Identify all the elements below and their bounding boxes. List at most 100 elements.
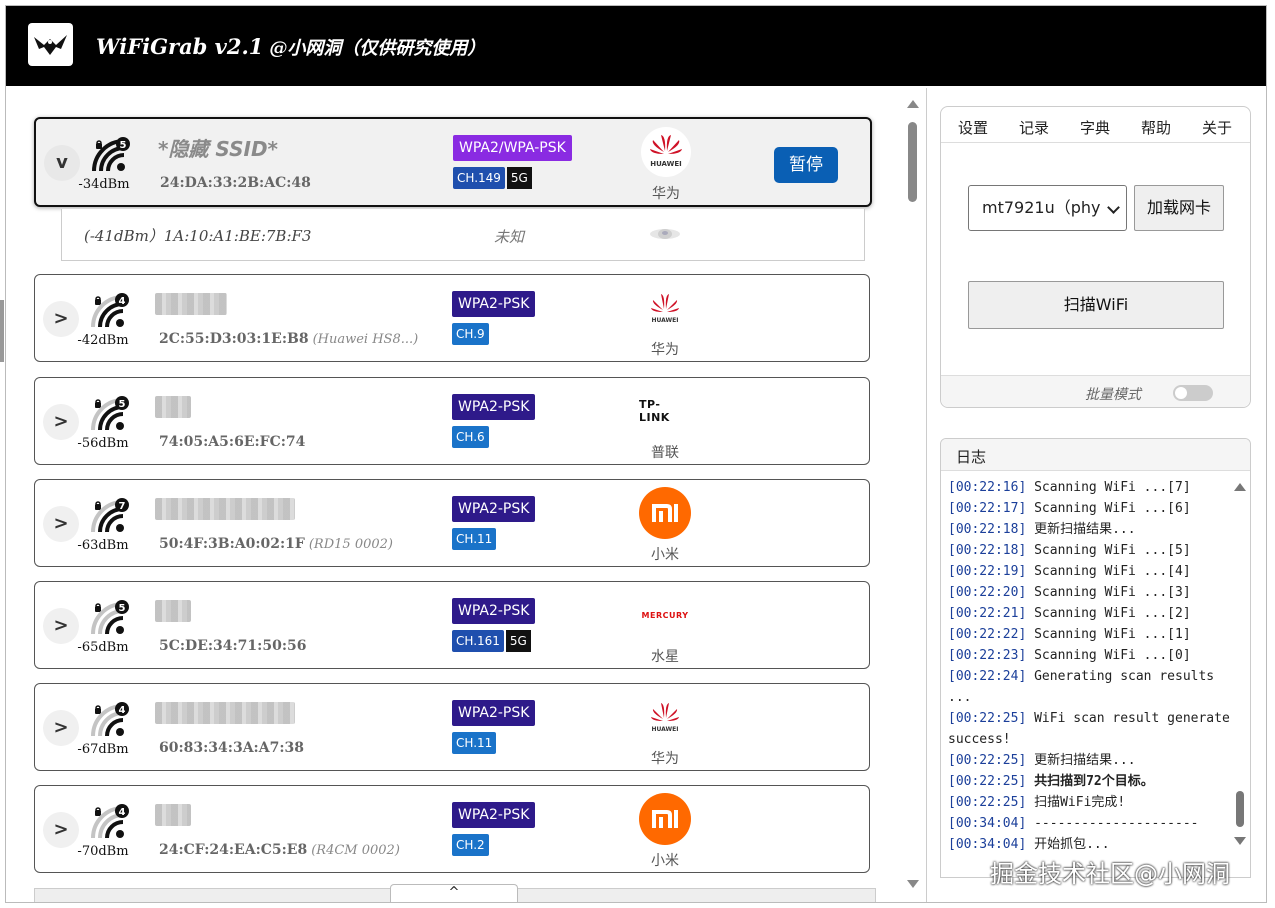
log-title: 日志 [956, 448, 987, 466]
log-scroll-down-icon[interactable] [1234, 837, 1246, 845]
menu-help[interactable]: 帮助 [1141, 117, 1171, 138]
log-scroll-thumb[interactable] [1236, 791, 1244, 827]
svg-text:4: 4 [119, 296, 126, 307]
network-card-active[interactable]: v 5 -34dBm *隐藏 SSID* 24:DA:33:2B:AC:48 W… [34, 117, 872, 207]
channel-number: CH.161 [452, 630, 504, 652]
scroll-thumb[interactable] [908, 122, 917, 202]
log-line: [00:22:25] WiFi scan result generate suc… [948, 708, 1230, 750]
network-list[interactable]: v 5 -34dBm *隐藏 SSID* 24:DA:33:2B:AC:48 W… [6, 88, 924, 902]
expand-button[interactable]: > [43, 812, 79, 848]
signal-strength: -34dBm [78, 177, 130, 192]
menu-about[interactable]: 关于 [1202, 117, 1232, 138]
signal-strength: -63dBm [77, 538, 129, 553]
ssid-blurred [155, 293, 227, 315]
menu-settings[interactable]: 设置 [958, 117, 988, 138]
collapse-list-button[interactable]: ^ [390, 884, 518, 902]
svg-text:HUAWEI: HUAWEI [651, 317, 678, 324]
expand-button[interactable]: > [43, 608, 79, 644]
log-message: Scanning WiFi ...[0] [1026, 648, 1191, 663]
log-timestamp: [00:34:04] [948, 816, 1027, 831]
watermark: 掘金技术社区@小网洞 [990, 860, 1230, 888]
device-model: (RD15 0002) [308, 537, 393, 552]
log-line: [00:34:04] 开始抓包... [948, 834, 1230, 855]
channel-badge: CH.6 [452, 426, 489, 448]
batch-mode-label: 批量模式 [1085, 387, 1141, 403]
bssid: 24:CF:24:EA:C5:E8 (R4CM 0002) [159, 842, 400, 858]
log-timestamp: [00:22:25] [948, 711, 1027, 726]
log-timestamp: [00:22:20] [948, 585, 1027, 600]
channel-badge: CH.11 [452, 732, 497, 754]
adapter-select-value: mt7921u（phy [982, 198, 1101, 217]
svg-text:4: 4 [119, 705, 126, 716]
log-header: 日志 [941, 439, 1250, 471]
log-scrollbar[interactable] [1233, 479, 1247, 877]
network-card[interactable]: > 5 -65dBm 5C:DE:34:71:50:56 WPA2-PSK CH… [34, 581, 870, 669]
scroll-up-icon[interactable] [907, 100, 919, 108]
pause-button[interactable]: 暂停 [774, 147, 838, 183]
vendor-name: 小米 [651, 547, 679, 563]
wifi-signal-icon: 5 [91, 600, 131, 636]
expand-button[interactable]: > [43, 404, 79, 440]
log-timestamp: [00:22:19] [948, 564, 1027, 579]
network-card[interactable]: > 4 -67dBm 60:83:34:3A:A7:38 WPA2-PSK CH… [34, 683, 870, 771]
tplink-logo: TP-LINK [639, 386, 691, 436]
network-card[interactable]: > 4 -42dBm 2C:55:D3:03:1E:B8 (Huawei HS8.… [34, 274, 870, 362]
log-line: [00:22:25] 更新扫描结果... [948, 750, 1230, 771]
vendor-name: 水星 [651, 649, 679, 665]
svg-text:7: 7 [119, 501, 126, 512]
band-badge: 5G [506, 167, 532, 189]
load-adapter-button[interactable]: 加载网卡 [1134, 185, 1224, 231]
log-message: Scanning WiFi ...[3] [1026, 585, 1191, 600]
bssid-text: 5C:DE:34:71:50:56 [159, 638, 307, 654]
log-message: Scanning WiFi ...[7] [1026, 480, 1191, 495]
adapter-select[interactable]: mt7921u（phy [968, 185, 1127, 231]
svg-text:5: 5 [119, 399, 126, 410]
wifi-signal-icon: 4 [91, 293, 131, 329]
batch-mode-toggle[interactable] [1173, 385, 1213, 401]
expand-button[interactable]: > [43, 506, 79, 542]
log-timestamp: [00:22:18] [948, 543, 1027, 558]
bssid-text: 24:CF:24:EA:C5:E8 [159, 842, 308, 858]
log-message: Scanning WiFi ...[2] [1026, 606, 1191, 621]
log-timestamp: [00:22:24] [948, 669, 1027, 684]
log-panel: 日志 [00:22:16] Scanning WiFi ...[7] [00:22… [940, 438, 1251, 878]
menu-records[interactable]: 记录 [1019, 117, 1049, 138]
log-timestamp: [00:22:17] [948, 501, 1027, 516]
log-line: [00:22:21] Scanning WiFi ...[2] [948, 603, 1230, 624]
pane-divider [926, 88, 927, 902]
log-line: [00:22:20] Scanning WiFi ...[3] [948, 582, 1230, 603]
network-card[interactable]: > 4 -70dBm 24:CF:24:EA:C5:E8 (R4CM 0002) … [34, 785, 870, 873]
security-badge: WPA2-PSK [452, 394, 536, 420]
log-timestamp: [00:22:16] [948, 480, 1027, 495]
client-row[interactable]: (-41dBm）1A:10:A1:BE:7B:F3 未知 [61, 209, 865, 261]
log-timestamp: [00:22:25] [948, 774, 1027, 789]
network-card[interactable]: > 7 -63dBm 50:4F:3B:A0:02:1F (RD15 0002) … [34, 479, 870, 567]
log-message: Scanning WiFi ...[6] [1026, 501, 1191, 516]
log-timestamp: [00:22:23] [948, 648, 1027, 663]
log-message: Scanning WiFi ...[5] [1026, 543, 1191, 558]
log-line: [00:22:18] 更新扫描结果... [948, 519, 1230, 540]
menu-dictionary[interactable]: 字典 [1080, 117, 1110, 138]
scroll-down-icon[interactable] [907, 880, 919, 888]
expand-button[interactable]: > [43, 301, 79, 337]
channel-badge: CH.161 5G [452, 630, 531, 652]
batch-mode-row: 批量模式 [941, 375, 1250, 407]
log-message: 开始抓包... [1026, 837, 1110, 852]
device-model: (R4CM 0002) [311, 843, 400, 858]
expand-button[interactable]: > [43, 710, 79, 746]
list-scrollbar[interactable] [904, 96, 920, 890]
bssid: 60:83:34:3A:A7:38 [159, 740, 308, 756]
scan-wifi-button[interactable]: 扫描WiFi [968, 281, 1224, 329]
device-model: (Huawei HS8...) [312, 332, 419, 347]
wifi-signal-icon: 5 [91, 396, 131, 432]
log-scroll-up-icon[interactable] [1234, 483, 1246, 491]
ssid-blurred [155, 498, 295, 520]
channel-badge: CH.2 [452, 834, 489, 856]
collapse-button[interactable]: v [44, 145, 80, 181]
network-card[interactable]: > 5 -56dBm 74:05:A5:6E:FC:74 WPA2-PSK CH… [34, 377, 870, 465]
unknown-device-icon [648, 225, 682, 243]
channel-number: CH.11 [452, 528, 497, 550]
app-logo-icon [28, 23, 73, 66]
app-title-text: WiFiGrab v2.1 [96, 34, 264, 59]
ssid: *隐藏 SSID* [158, 137, 279, 161]
